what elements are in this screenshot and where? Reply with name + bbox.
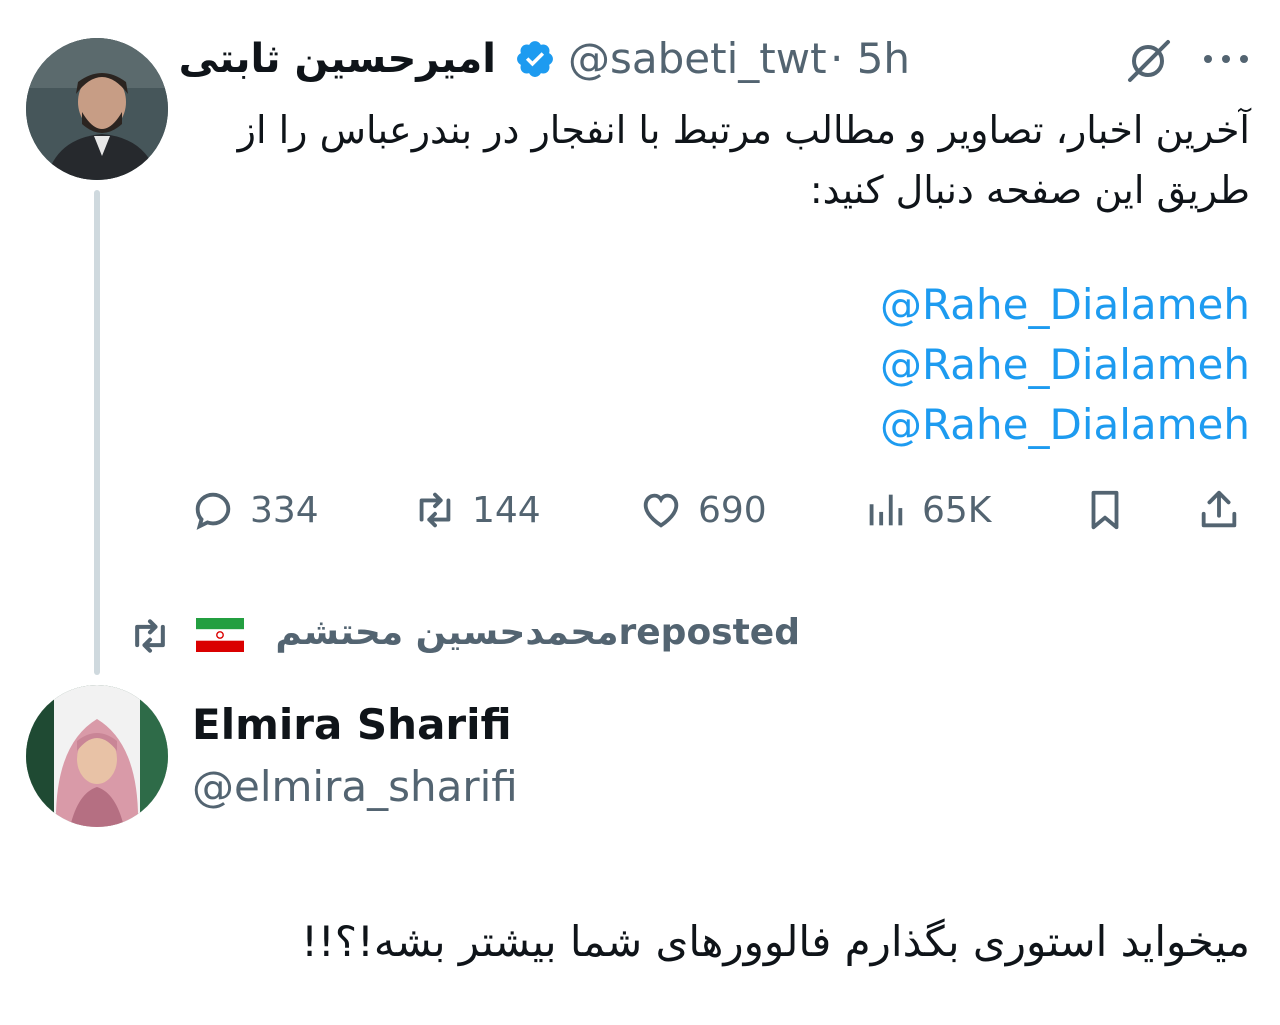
repost-icon — [419, 492, 451, 528]
reply-icon — [195, 492, 231, 530]
more-icon[interactable] — [1200, 50, 1252, 68]
mention-link[interactable]: @Rahe_Dialameh — [880, 340, 1250, 389]
share-icon — [1201, 490, 1237, 528]
bookmark-icon — [1091, 490, 1119, 530]
avatar-photo — [26, 685, 168, 827]
views-button[interactable]: 65K — [862, 482, 991, 538]
grok-icon[interactable] — [1124, 38, 1174, 84]
author-handle[interactable]: @sabeti_twt — [568, 34, 827, 83]
tweet-timestamp[interactable]: · 5h — [830, 34, 910, 83]
tweet-text: آخرین اخبار، تصاویر و مطالب مرتبط با انف… — [237, 108, 1250, 212]
like-count: 690 — [698, 489, 767, 531]
view-count: 65K — [922, 489, 992, 531]
author-name[interactable]: امیرحسین ثابتی — [179, 36, 496, 82]
mention-link[interactable]: @Rahe_Dialameh — [880, 280, 1250, 329]
share-button[interactable] — [1196, 482, 1242, 538]
reply-count: 334 — [250, 489, 319, 531]
repost-context-text[interactable]: محمدحسین محتشمreposted — [275, 612, 800, 653]
repost-indicator-icon — [126, 614, 174, 658]
repost-count: 144 — [472, 489, 541, 531]
second-author-name[interactable]: Elmira Sharifi — [192, 700, 512, 749]
second-tweet-text: میخواید استوری بگذارم فالوورهای شما بیشت… — [301, 917, 1250, 966]
mention-link[interactable]: @Rahe_Dialameh — [880, 400, 1250, 449]
iran-flag-icon — [196, 618, 244, 652]
repost-button[interactable]: 144 — [412, 482, 541, 538]
reply-button[interactable]: 334 — [190, 482, 319, 538]
verified-badge-icon — [514, 38, 556, 80]
thread-connector — [94, 190, 100, 675]
avatar-photo — [26, 38, 168, 180]
views-icon — [869, 494, 903, 526]
second-author-handle[interactable]: @elmira_sharifi — [192, 762, 518, 811]
bookmark-button[interactable] — [1082, 482, 1128, 538]
like-icon — [643, 493, 679, 528]
author-avatar[interactable] — [26, 38, 168, 180]
like-button[interactable]: 690 — [638, 482, 767, 538]
second-author-avatar[interactable] — [26, 685, 168, 827]
